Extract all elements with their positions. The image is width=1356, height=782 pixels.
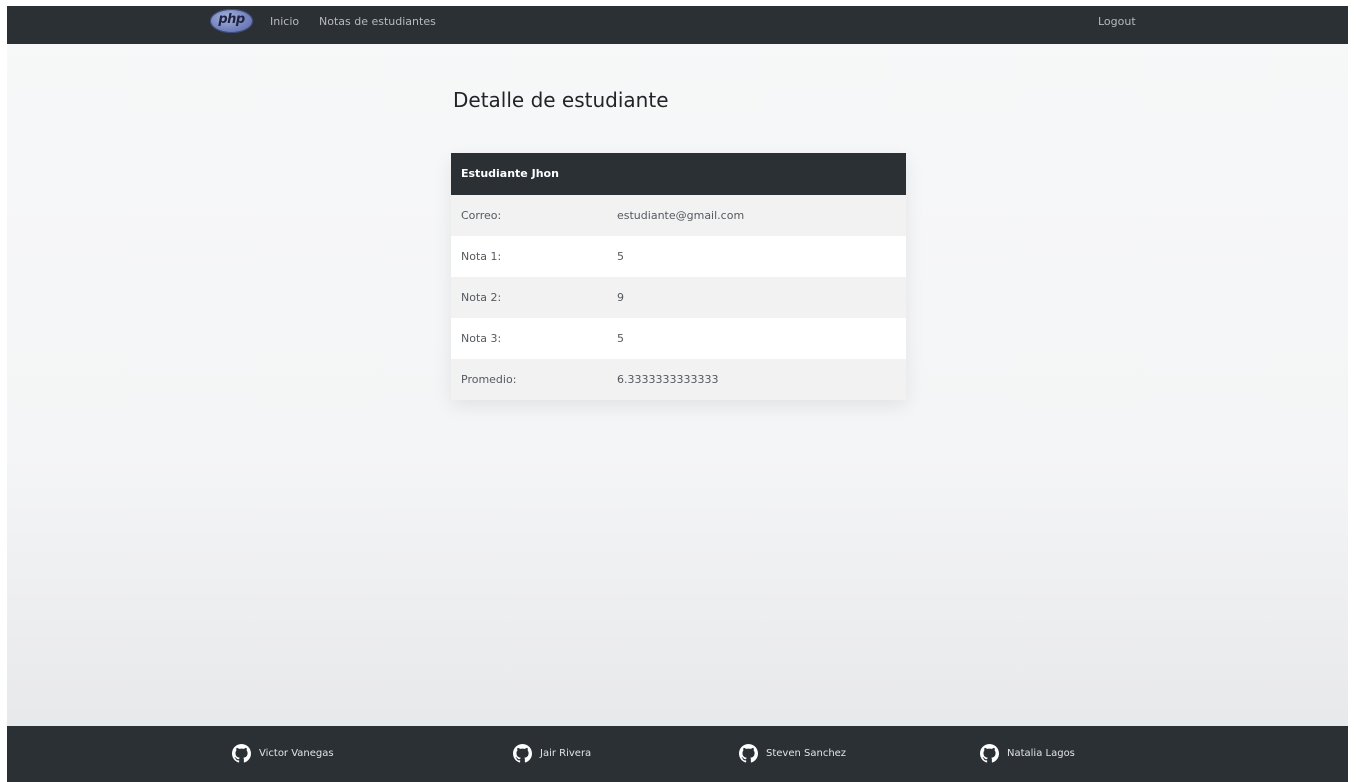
table-row-correo: Correo: estudiante@gmail.com bbox=[451, 195, 906, 236]
author-link-natalia-lagos[interactable]: Natalia Lagos bbox=[980, 743, 1075, 763]
row-label: Nota 3: bbox=[451, 318, 617, 359]
author-name: Victor Vanegas bbox=[259, 747, 334, 759]
top-navbar: php Inicio Notas de estudiantes Logout bbox=[7, 6, 1348, 44]
row-value: estudiante@gmail.com bbox=[617, 195, 906, 236]
logout-link[interactable]: Logout bbox=[1098, 15, 1136, 28]
github-icon bbox=[232, 743, 251, 763]
row-label: Correo: bbox=[451, 195, 617, 236]
github-icon bbox=[739, 743, 758, 763]
row-label: Promedio: bbox=[451, 359, 617, 400]
footer: Victor Vanegas Jair Rivera Steven Sanche… bbox=[7, 726, 1348, 782]
author-name: Steven Sanchez bbox=[766, 747, 847, 759]
php-logo[interactable]: php bbox=[210, 9, 253, 33]
author-name: Natalia Lagos bbox=[1007, 747, 1075, 759]
row-label: Nota 2: bbox=[451, 277, 617, 318]
github-icon bbox=[513, 743, 532, 763]
row-value: 5 bbox=[617, 318, 906, 359]
php-logo-text: php bbox=[218, 12, 245, 27]
author-link-victor-vanegas[interactable]: Victor Vanegas bbox=[232, 743, 334, 763]
row-value: 9 bbox=[617, 277, 906, 318]
page-title: Detalle de estudiante bbox=[453, 88, 669, 112]
author-link-steven-sanchez[interactable]: Steven Sanchez bbox=[739, 743, 846, 763]
nav-link-notas-de-estudiantes[interactable]: Notas de estudiantes bbox=[319, 15, 436, 28]
row-value: 5 bbox=[617, 236, 906, 277]
student-card-header: Estudiante Jhon bbox=[451, 153, 906, 195]
table-row-promedio: Promedio: 6.3333333333333 bbox=[451, 359, 906, 400]
github-icon bbox=[980, 743, 999, 763]
author-link-jair-rivera[interactable]: Jair Rivera bbox=[513, 743, 591, 763]
row-value: 6.3333333333333 bbox=[617, 359, 906, 400]
table-row-nota-2: Nota 2: 9 bbox=[451, 277, 906, 318]
table-row-nota-1: Nota 1: 5 bbox=[451, 236, 906, 277]
student-detail-table: Correo: estudiante@gmail.com Nota 1: 5 N… bbox=[451, 195, 906, 400]
student-detail-card: Estudiante Jhon Correo: estudiante@gmail… bbox=[451, 153, 906, 400]
author-name: Jair Rivera bbox=[540, 747, 592, 759]
table-row-nota-3: Nota 3: 5 bbox=[451, 318, 906, 359]
nav-link-inicio[interactable]: Inicio bbox=[270, 15, 299, 28]
browser-viewport: php Inicio Notas de estudiantes Logout D… bbox=[7, 6, 1348, 782]
row-label: Nota 1: bbox=[451, 236, 617, 277]
